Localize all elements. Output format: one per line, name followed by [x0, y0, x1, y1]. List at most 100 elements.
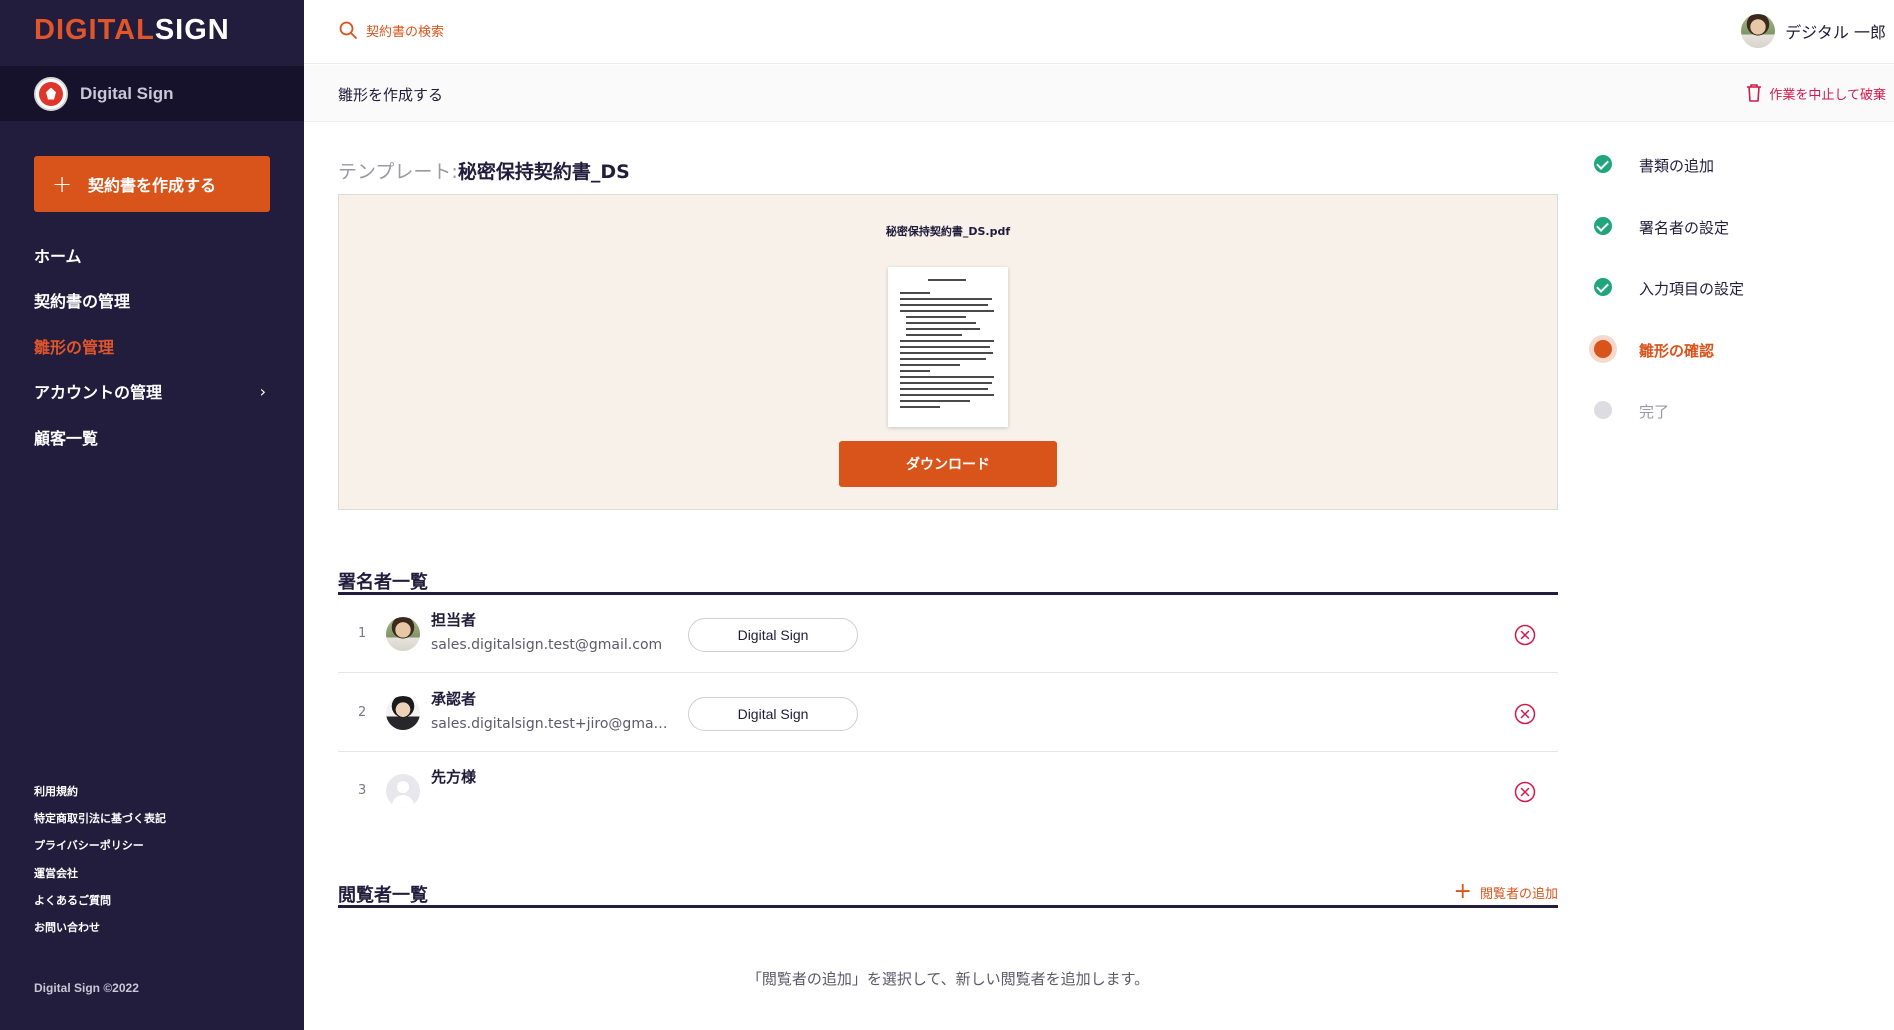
document-text-line	[900, 346, 990, 348]
footer-link-commercial-law[interactable]: 特定商取引法に基づく表記	[34, 810, 166, 837]
user-menu[interactable]: デジタル 一郎	[1741, 14, 1886, 48]
remove-signer-icon[interactable]	[1514, 624, 1536, 646]
row-number: 3	[358, 783, 367, 798]
document-text-line	[900, 394, 994, 396]
create-contract-label: 契約書を作成する	[88, 176, 217, 195]
sidebar-item-home[interactable]: ホーム	[34, 232, 270, 278]
document-text-line	[906, 316, 966, 318]
document-text-line	[900, 364, 960, 366]
step-complete: 完了	[1594, 396, 1744, 458]
template-label: テンプレート:	[338, 161, 458, 183]
search-input[interactable]: 契約書の検索	[338, 20, 444, 40]
organization-name: Digital Sign	[80, 83, 174, 103]
document-text-line	[900, 310, 994, 312]
remove-signer-icon[interactable]	[1514, 703, 1536, 725]
step-label: 書類の追加	[1639, 157, 1715, 175]
viewers-empty-message: 「閲覧者の追加」を選択して、新しい閲覧者を追加します。	[746, 970, 1150, 988]
footer-links: 利用規約 特定商取引法に基づく表記 プライバシーポリシー 運営会社 よくあるご質…	[34, 783, 166, 946]
footer-link-privacy[interactable]: プライバシーポリシー	[34, 837, 166, 864]
sidebar-item-label: 雛形の管理	[34, 337, 115, 357]
document-text-line	[900, 376, 994, 378]
step-label: 入力項目の設定	[1639, 280, 1745, 298]
document-text-line	[900, 400, 970, 402]
step-set-fields: 入力項目の設定	[1594, 273, 1744, 335]
create-contract-button[interactable]: + 契約書を作成する	[34, 156, 270, 212]
avatar	[386, 617, 420, 651]
step-add-document: 書類の追加	[1594, 150, 1744, 212]
document-text-line	[906, 334, 962, 336]
table-row: 1 担当者 sales.digitalsign.test@gmail.com D…	[338, 595, 1558, 673]
add-viewer-label: 閲覧者の追加	[1479, 886, 1558, 902]
footer-link-faq[interactable]: よくあるご質問	[34, 892, 166, 919]
document-text-line	[900, 406, 940, 408]
document-text-line	[900, 298, 992, 300]
signer-email: sales.digitalsign.test@gmail.com	[431, 637, 663, 653]
document-text-line	[906, 328, 980, 330]
page-title: 雛形を作成する	[338, 86, 444, 104]
sidebar-nav: ホーム 契約書の管理 雛形の管理 アカウントの管理 › 顧客一覧	[34, 232, 270, 460]
download-label: ダウンロード	[906, 457, 990, 473]
step-label: 雛形の確認	[1639, 341, 1715, 360]
template-name: 秘密保持契約書_DS	[457, 161, 630, 183]
row-number: 1	[358, 626, 367, 641]
document-text-line	[900, 340, 994, 342]
avatar	[386, 696, 420, 730]
plus-icon: +	[1453, 879, 1472, 904]
sidebar-item-label: 契約書の管理	[34, 292, 131, 312]
viewers-title: 閲覧者一覧	[338, 885, 428, 906]
discard-label: 作業を中止して破棄	[1769, 87, 1886, 103]
table-row: 2 承認者 sales.digitalsign.test+jiro@gmail.…	[338, 674, 1558, 752]
remove-signer-icon[interactable]	[1514, 781, 1536, 803]
step-set-signers: 署名者の設定	[1594, 212, 1744, 274]
sidebar-item-accounts[interactable]: アカウントの管理 ›	[34, 369, 270, 415]
brand-logo[interactable]: DIGITALSIGN	[34, 14, 230, 47]
signers-title: 署名者一覧	[338, 572, 428, 593]
current-step-icon	[1589, 334, 1617, 363]
progress-stepper: 書類の追加 署名者の設定 入力項目の設定 雛形の確認 完了	[1589, 150, 1744, 458]
avatar-placeholder-icon	[386, 774, 420, 808]
signer-role: 先方様	[431, 768, 477, 786]
document-text-line	[900, 382, 992, 384]
organization-emblem-icon	[34, 76, 68, 111]
search-placeholder: 契約書の検索	[366, 24, 445, 40]
document-text-line	[900, 388, 988, 390]
avatar	[1741, 14, 1776, 48]
user-name: デジタル 一郎	[1785, 23, 1886, 42]
add-viewer-button[interactable]: + 閲覧者の追加	[1454, 881, 1558, 903]
footer-link-contact[interactable]: お問い合わせ	[34, 919, 166, 946]
document-text-line	[900, 304, 988, 306]
check-icon	[1594, 216, 1612, 235]
signer-organization-badge: Digital Sign	[688, 697, 858, 731]
signer-role: 担当者	[431, 611, 477, 629]
top-header: 契約書の検索 デジタル 一郎	[304, 0, 1894, 64]
chevron-right-icon: ›	[259, 381, 266, 401]
pending-step-icon	[1594, 401, 1612, 419]
sidebar-item-label: アカウントの管理	[34, 383, 163, 403]
plus-icon: +	[52, 170, 73, 198]
document-text-line	[900, 370, 930, 372]
signer-organization-badge: Digital Sign	[688, 618, 858, 652]
signer-email: sales.digitalsign.test+jiro@gmail.com	[431, 716, 671, 732]
step-label: 完了	[1639, 403, 1670, 421]
footer-link-company[interactable]: 運営会社	[34, 865, 166, 892]
discard-button[interactable]: 作業を中止して破棄	[1745, 83, 1886, 103]
copyright: Digital Sign ©2022	[34, 981, 139, 995]
sidebar-item-contracts[interactable]: 契約書の管理	[34, 278, 270, 324]
footer-link-terms[interactable]: 利用規約	[34, 783, 166, 810]
check-icon	[1594, 278, 1612, 296]
signer-role: 承認者	[431, 690, 477, 708]
document-text-line	[900, 352, 993, 354]
trash-icon	[1747, 84, 1762, 102]
viewers-divider	[338, 905, 1558, 908]
sidebar-item-label: 顧客一覧	[34, 428, 99, 448]
organization-bar[interactable]: Digital Sign	[0, 66, 304, 121]
logo-text-digital: DIGITAL	[34, 14, 155, 46]
logo-text-sign: SIGN	[154, 14, 230, 46]
download-button[interactable]: ダウンロード	[839, 441, 1057, 487]
sidebar-item-templates[interactable]: 雛形の管理	[34, 323, 270, 369]
sidebar-item-customers[interactable]: 顧客一覧	[34, 414, 270, 460]
document-thumbnail[interactable]	[888, 267, 1008, 427]
row-number: 2	[358, 705, 367, 720]
page-subheader: 雛形を作成する 作業を中止して破棄	[304, 65, 1894, 122]
document-text-line	[900, 292, 930, 294]
